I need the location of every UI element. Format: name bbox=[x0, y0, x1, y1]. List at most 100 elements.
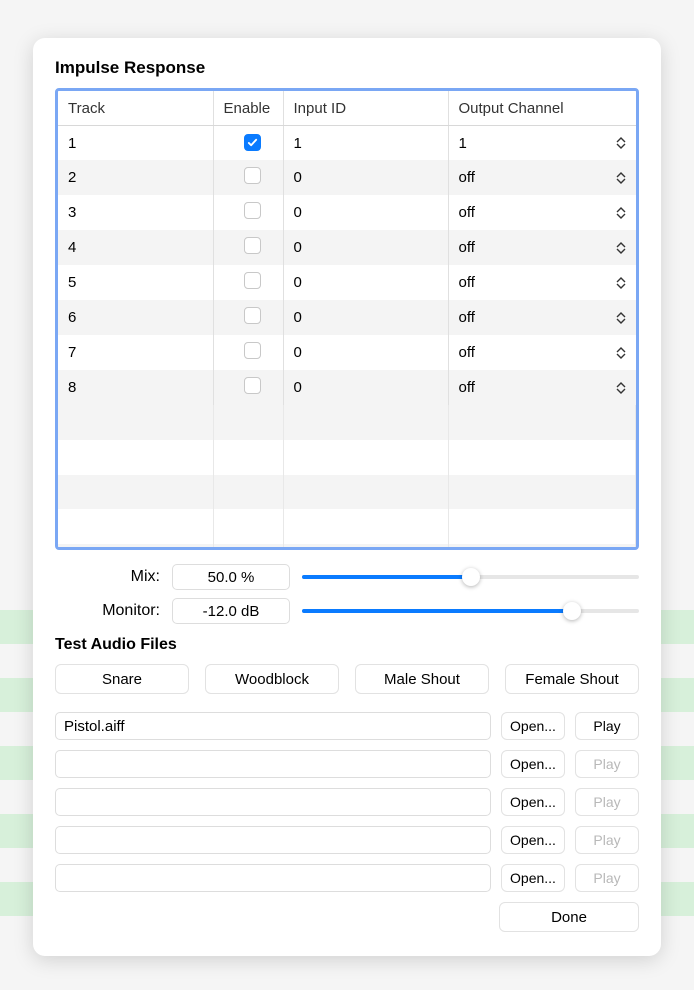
enable-cell[interactable] bbox=[213, 126, 283, 161]
output-channel-cell[interactable]: off bbox=[448, 370, 636, 405]
dialog-title: Impulse Response bbox=[55, 58, 639, 78]
stepper-icon[interactable] bbox=[616, 242, 626, 254]
play-button[interactable]: Play bbox=[575, 712, 639, 740]
enable-cell[interactable] bbox=[213, 265, 283, 300]
preset-button-female-shout[interactable]: Female Shout bbox=[505, 664, 639, 694]
mix-slider[interactable] bbox=[302, 566, 639, 588]
header-track[interactable]: Track bbox=[58, 91, 213, 126]
enable-checkbox[interactable] bbox=[244, 307, 261, 324]
enable-cell[interactable] bbox=[213, 195, 283, 230]
preset-row: Snare Woodblock Male Shout Female Shout bbox=[55, 664, 639, 694]
table-row[interactable]: 4 0 off bbox=[58, 230, 636, 265]
empty-row bbox=[58, 405, 636, 440]
file-path-field[interactable] bbox=[55, 864, 491, 892]
monitor-label: Monitor: bbox=[55, 602, 160, 620]
preset-button-snare[interactable]: Snare bbox=[55, 664, 189, 694]
output-channel-cell[interactable]: off bbox=[448, 265, 636, 300]
track-cell[interactable]: 3 bbox=[58, 195, 213, 230]
play-button: Play bbox=[575, 864, 639, 892]
enable-cell[interactable] bbox=[213, 335, 283, 370]
input-id-cell[interactable]: 0 bbox=[283, 335, 448, 370]
table-row[interactable]: 5 0 off bbox=[58, 265, 636, 300]
enable-checkbox[interactable] bbox=[244, 134, 261, 151]
enable-cell[interactable] bbox=[213, 370, 283, 405]
enable-checkbox[interactable] bbox=[244, 377, 261, 394]
input-id-cell[interactable]: 0 bbox=[283, 300, 448, 335]
table-row[interactable]: 3 0 off bbox=[58, 195, 636, 230]
empty-row bbox=[58, 544, 636, 550]
enable-checkbox[interactable] bbox=[244, 342, 261, 359]
enable-cell[interactable] bbox=[213, 230, 283, 265]
file-path-field[interactable]: Pistol.aiff bbox=[55, 712, 491, 740]
input-id-cell[interactable]: 0 bbox=[283, 265, 448, 300]
track-cell[interactable]: 5 bbox=[58, 265, 213, 300]
stepper-icon[interactable] bbox=[616, 347, 626, 359]
output-channel-cell[interactable]: 1 bbox=[448, 126, 636, 161]
track-table: Track Enable Input ID Output Channel 1 1… bbox=[55, 88, 639, 550]
done-button[interactable]: Done bbox=[499, 902, 639, 932]
test-audio-heading: Test Audio Files bbox=[55, 636, 639, 654]
output-channel-cell[interactable]: off bbox=[448, 230, 636, 265]
mix-value-field[interactable]: 50.0 % bbox=[172, 564, 290, 590]
file-path-field[interactable] bbox=[55, 750, 491, 778]
input-id-cell[interactable]: 0 bbox=[283, 195, 448, 230]
table-row[interactable]: 6 0 off bbox=[58, 300, 636, 335]
input-id-cell[interactable]: 0 bbox=[283, 230, 448, 265]
file-row: Open... Play bbox=[55, 826, 639, 854]
stepper-icon[interactable] bbox=[616, 207, 626, 219]
output-channel-cell[interactable]: off bbox=[448, 300, 636, 335]
file-path-field[interactable] bbox=[55, 788, 491, 816]
enable-checkbox[interactable] bbox=[244, 167, 261, 184]
enable-checkbox[interactable] bbox=[244, 202, 261, 219]
stepper-icon[interactable] bbox=[616, 137, 626, 149]
output-channel-cell[interactable]: off bbox=[448, 160, 636, 195]
impulse-response-dialog: Impulse Response Track Enable Input ID O… bbox=[33, 38, 661, 956]
file-rows: Pistol.aiff Open... Play Open... Play Op… bbox=[55, 712, 639, 892]
header-enable[interactable]: Enable bbox=[213, 91, 283, 126]
input-id-cell[interactable]: 0 bbox=[283, 160, 448, 195]
output-channel-cell[interactable]: off bbox=[448, 195, 636, 230]
enable-cell[interactable] bbox=[213, 160, 283, 195]
header-output-channel[interactable]: Output Channel bbox=[448, 91, 636, 126]
enable-checkbox[interactable] bbox=[244, 272, 261, 289]
open-button[interactable]: Open... bbox=[501, 712, 565, 740]
track-cell[interactable]: 6 bbox=[58, 300, 213, 335]
enable-checkbox[interactable] bbox=[244, 237, 261, 254]
table-row[interactable]: 7 0 off bbox=[58, 335, 636, 370]
play-button: Play bbox=[575, 750, 639, 778]
stepper-icon[interactable] bbox=[616, 312, 626, 324]
preset-button-woodblock[interactable]: Woodblock bbox=[205, 664, 339, 694]
open-button[interactable]: Open... bbox=[501, 864, 565, 892]
input-id-cell[interactable]: 1 bbox=[283, 126, 448, 161]
stepper-icon[interactable] bbox=[616, 277, 626, 289]
play-button: Play bbox=[575, 788, 639, 816]
track-cell[interactable]: 7 bbox=[58, 335, 213, 370]
track-cell[interactable]: 2 bbox=[58, 160, 213, 195]
file-row: Open... Play bbox=[55, 864, 639, 892]
empty-row bbox=[58, 509, 636, 544]
table-row[interactable]: 8 0 off bbox=[58, 370, 636, 405]
monitor-value-field[interactable]: -12.0 dB bbox=[172, 598, 290, 624]
input-id-cell[interactable]: 0 bbox=[283, 370, 448, 405]
header-input-id[interactable]: Input ID bbox=[283, 91, 448, 126]
open-button[interactable]: Open... bbox=[501, 788, 565, 816]
table-row[interactable]: 1 1 1 bbox=[58, 126, 636, 161]
enable-cell[interactable] bbox=[213, 300, 283, 335]
file-row: Pistol.aiff Open... Play bbox=[55, 712, 639, 740]
play-button: Play bbox=[575, 826, 639, 854]
preset-button-male-shout[interactable]: Male Shout bbox=[355, 664, 489, 694]
stepper-icon[interactable] bbox=[616, 172, 626, 184]
stepper-icon[interactable] bbox=[616, 382, 626, 394]
file-path-field[interactable] bbox=[55, 826, 491, 854]
track-cell[interactable]: 1 bbox=[58, 126, 213, 161]
monitor-slider[interactable] bbox=[302, 600, 639, 622]
controls-section: Mix: 50.0 % Monitor: -12.0 dB bbox=[55, 564, 639, 624]
track-cell[interactable]: 4 bbox=[58, 230, 213, 265]
table-row[interactable]: 2 0 off bbox=[58, 160, 636, 195]
output-channel-cell[interactable]: off bbox=[448, 335, 636, 370]
file-row: Open... Play bbox=[55, 750, 639, 778]
open-button[interactable]: Open... bbox=[501, 826, 565, 854]
open-button[interactable]: Open... bbox=[501, 750, 565, 778]
file-row: Open... Play bbox=[55, 788, 639, 816]
track-cell[interactable]: 8 bbox=[58, 370, 213, 405]
